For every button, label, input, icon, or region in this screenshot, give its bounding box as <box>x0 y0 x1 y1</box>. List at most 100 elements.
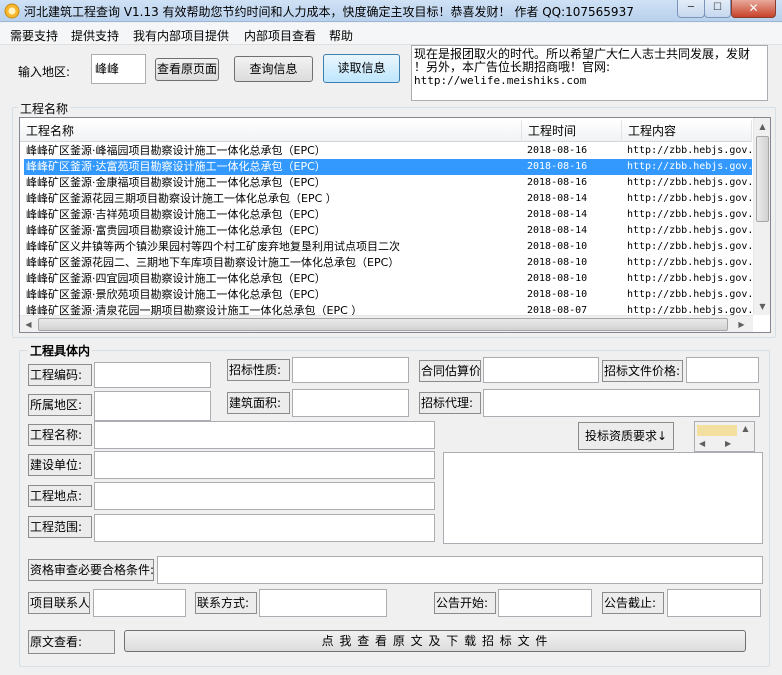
table-row[interactable]: 峰峰矿区釜源花园三期项目勘察设计施工一体化总承包（EPC ） 2018-08-14… <box>24 191 753 207</box>
project-date-cell: 2018-08-10 <box>527 257 588 268</box>
project-url-cell: http://zbb.hebjs.gov. <box>627 273 753 284</box>
project-url-cell: http://zbb.hebjs.gov. <box>627 193 753 204</box>
menu-need-support[interactable]: 需要支持 <box>10 27 58 44</box>
menu-help[interactable]: 帮助 <box>329 27 353 44</box>
project-name-cell: 峰峰矿区釜源·金康福项目勘察设计施工一体化总承包（EPC） <box>26 176 326 189</box>
download-tender-button[interactable]: 点 我 查 看 原 文 及 下 载 招 标 文 件 <box>124 630 746 652</box>
horizontal-scroll-thumb[interactable] <box>38 318 728 331</box>
contact-person-field[interactable] <box>93 589 186 617</box>
region-label: 输入地区: <box>18 65 71 79</box>
notice-end-label: 公告截止: <box>602 592 664 614</box>
scroll-left-arrow-icon[interactable]: ◀ <box>20 316 37 333</box>
column-header-name[interactable]: 工程名称 <box>20 120 522 142</box>
project-name-cell: 峰峰矿区釜源·四宜园项目勘察设计施工一体化总承包（EPC） <box>26 272 326 285</box>
tender-doc-price-label: 招标文件价格: <box>602 360 683 382</box>
table-row[interactable]: 峰峰矿区釜源·景欣苑项目勘察设计施工一体化总承包（EPC） 2018-08-10 h… <box>24 287 753 303</box>
view-original-label: 原文查看: <box>28 630 115 654</box>
building-area-field[interactable] <box>292 389 409 417</box>
horizontal-scrollbar[interactable]: ◀ ▶ <box>20 315 753 332</box>
table-row[interactable]: 峰峰矿区釜源·四宜园项目勘察设计施工一体化总承包（EPC） 2018-08-10 h… <box>24 271 753 287</box>
ad-url: http://welife.meishiks.com <box>414 74 587 87</box>
project-date-cell: 2018-08-16 <box>527 161 588 172</box>
menu-internal-project-provide[interactable]: 我有内部项目提供 <box>133 27 229 44</box>
table-row[interactable]: 峰峰矿区釜源花园二、三期地下车库项目勘察设计施工一体化总承包（EPC） 2018-… <box>24 255 753 271</box>
project-name-cell: 峰峰矿区义井镇等两个镇沙果园村等四个村工矿废弃地复垦利用试点项目二次 <box>26 240 400 253</box>
view-original-page-button[interactable]: 查看原页面 <box>155 58 219 81</box>
vertical-scrollbar[interactable]: ▲ ▼ <box>753 118 770 315</box>
project-date-cell: 2018-08-10 <box>527 241 588 252</box>
project-name-field[interactable] <box>94 421 435 449</box>
project-date-cell: 2018-08-14 <box>527 193 588 204</box>
query-button[interactable]: 查询信息 <box>234 56 313 82</box>
tender-type-field[interactable] <box>292 357 409 383</box>
project-name-cell: 峰峰矿区釜源·景欣苑项目勘察设计施工一体化总承包（EPC） <box>26 288 326 301</box>
project-date-cell: 2018-08-16 <box>527 177 588 188</box>
project-list[interactable]: 工程名称 工程时间 工程内容 峰峰矿区釜源·峰福园项目勘察设计施工一体化总承包（… <box>19 117 771 333</box>
menu-bar: 需要支持 提供支持 我有内部项目提供 内部项目查看 帮助 <box>0 23 782 45</box>
project-url-cell: http://zbb.hebjs.gov. <box>627 161 753 172</box>
project-url-cell: http://zbb.hebjs.gov. <box>627 257 753 268</box>
small-box-content <box>697 425 737 436</box>
title-bar[interactable]: 河北建筑工程查询 V1.13 有效帮助您节约时间和人力成本，快度确定主攻目标！恭… <box>0 0 782 22</box>
region-detail-field[interactable] <box>94 391 211 421</box>
building-area-label: 建筑面积: <box>227 392 290 414</box>
minimize-button[interactable]: ─ <box>677 0 705 18</box>
column-header-time[interactable]: 工程时间 <box>522 120 622 142</box>
project-date-cell: 2018-08-14 <box>527 225 588 236</box>
project-name-label: 工程名称: <box>28 424 92 446</box>
project-date-cell: 2018-08-14 <box>527 209 588 220</box>
tender-agent-field[interactable] <box>483 389 760 417</box>
table-row[interactable]: 峰峰矿区釜源·吉祥苑项目勘察设计施工一体化总承包（EPC） 2018-08-14 h… <box>24 207 753 223</box>
small-scroll-left-icon[interactable]: ◀ <box>699 437 705 451</box>
table-row[interactable]: 峰峰矿区釜源·富贵园项目勘察设计施工一体化总承包（EPC） 2018-08-14 h… <box>24 223 753 239</box>
small-scroll-right-icon[interactable]: ▶ <box>725 437 731 451</box>
project-date-cell: 2018-08-10 <box>527 289 588 300</box>
scroll-right-arrow-icon[interactable]: ▶ <box>733 316 750 333</box>
qualification-field[interactable] <box>157 556 763 584</box>
table-row[interactable]: 峰峰矿区釜源·金康福项目勘察设计施工一体化总承包（EPC） 2018-08-16 h… <box>24 175 753 191</box>
project-name-cell: 峰峰矿区釜源·峰福园项目勘察设计施工一体化总承包（EPC） <box>26 144 326 157</box>
project-name-cell: 峰峰矿区釜源花园二、三期地下车库项目勘察设计施工一体化总承包（EPC） <box>26 256 400 269</box>
project-url-cell: http://zbb.hebjs.gov. <box>627 241 753 252</box>
menu-internal-project-view[interactable]: 内部项目查看 <box>244 27 316 44</box>
scroll-up-arrow-icon[interactable]: ▲ <box>754 118 771 135</box>
table-row[interactable]: 峰峰矿区义井镇等两个镇沙果园村等四个村工矿废弃地复垦利用试点项目二次 2018-0… <box>24 239 753 255</box>
project-url-cell: http://zbb.hebjs.gov. <box>627 225 753 236</box>
region-detail-label: 所属地区: <box>28 394 92 416</box>
read-button[interactable]: 读取信息 <box>323 54 400 83</box>
small-scroll-up-icon[interactable]: ▲ <box>737 422 754 436</box>
menu-provide-support[interactable]: 提供支持 <box>71 27 119 44</box>
project-name-cell: 峰峰矿区釜源·吉祥苑项目勘察设计施工一体化总承包（EPC） <box>26 208 326 221</box>
location-label: 工程地点: <box>28 485 92 507</box>
scroll-down-arrow-icon[interactable]: ▼ <box>754 298 771 315</box>
contact-method-field[interactable] <box>259 589 387 617</box>
ad-line: ！另外，本广告位长期招商哦！官网: <box>414 60 611 74</box>
table-row[interactable]: 峰峰矿区釜源·达富苑项目勘察设计施工一体化总承包（EPC） 2018-08-16 h… <box>24 159 753 175</box>
project-name-cell: 峰峰矿区釜源花园三期项目勘察设计施工一体化总承包（EPC ） <box>26 192 337 205</box>
region-input[interactable]: 峰峰 <box>91 54 146 84</box>
vertical-scroll-thumb[interactable] <box>756 136 769 222</box>
table-row[interactable]: 峰峰矿区釜源·峰福园项目勘察设计施工一体化总承包（EPC） 2018-08-16 h… <box>24 143 753 159</box>
scope-field[interactable] <box>94 514 435 542</box>
project-name-cell: 峰峰矿区釜源·达富苑项目勘察设计施工一体化总承包（EPC） <box>26 160 326 173</box>
maximize-button[interactable]: ☐ <box>704 0 731 18</box>
contact-method-label: 联系方式: <box>195 592 257 614</box>
app-icon <box>4 3 20 19</box>
location-field[interactable] <box>94 482 435 510</box>
small-scroll-box[interactable]: ▲ ◀ ▶ <box>694 421 755 452</box>
ad-textbox[interactable]: 现在是报团取火的时代。所以希望广大仁人志士共同发展，发财 ！另外，本广告位长期招… <box>411 45 768 101</box>
code-field[interactable] <box>94 362 211 388</box>
project-date-cell: 2018-08-10 <box>527 273 588 284</box>
tender-agent-label: 招标代理: <box>419 392 481 414</box>
notice-end-field[interactable] <box>667 589 761 617</box>
builder-label: 建设单位: <box>28 454 92 476</box>
small-scroll-horizontal[interactable]: ◀ ▶ <box>695 437 754 451</box>
bid-requirements-textarea[interactable] <box>443 452 763 544</box>
builder-field[interactable] <box>94 451 435 479</box>
tender-doc-price-field[interactable] <box>686 357 759 383</box>
column-header-content[interactable]: 工程内容 <box>622 120 752 142</box>
close-button[interactable]: ✕ <box>731 0 776 18</box>
contract-estimate-field[interactable] <box>483 357 599 383</box>
bid-requirements-dropdown[interactable]: 投标资质要求↓ <box>578 422 674 450</box>
notice-start-field[interactable] <box>498 589 592 617</box>
